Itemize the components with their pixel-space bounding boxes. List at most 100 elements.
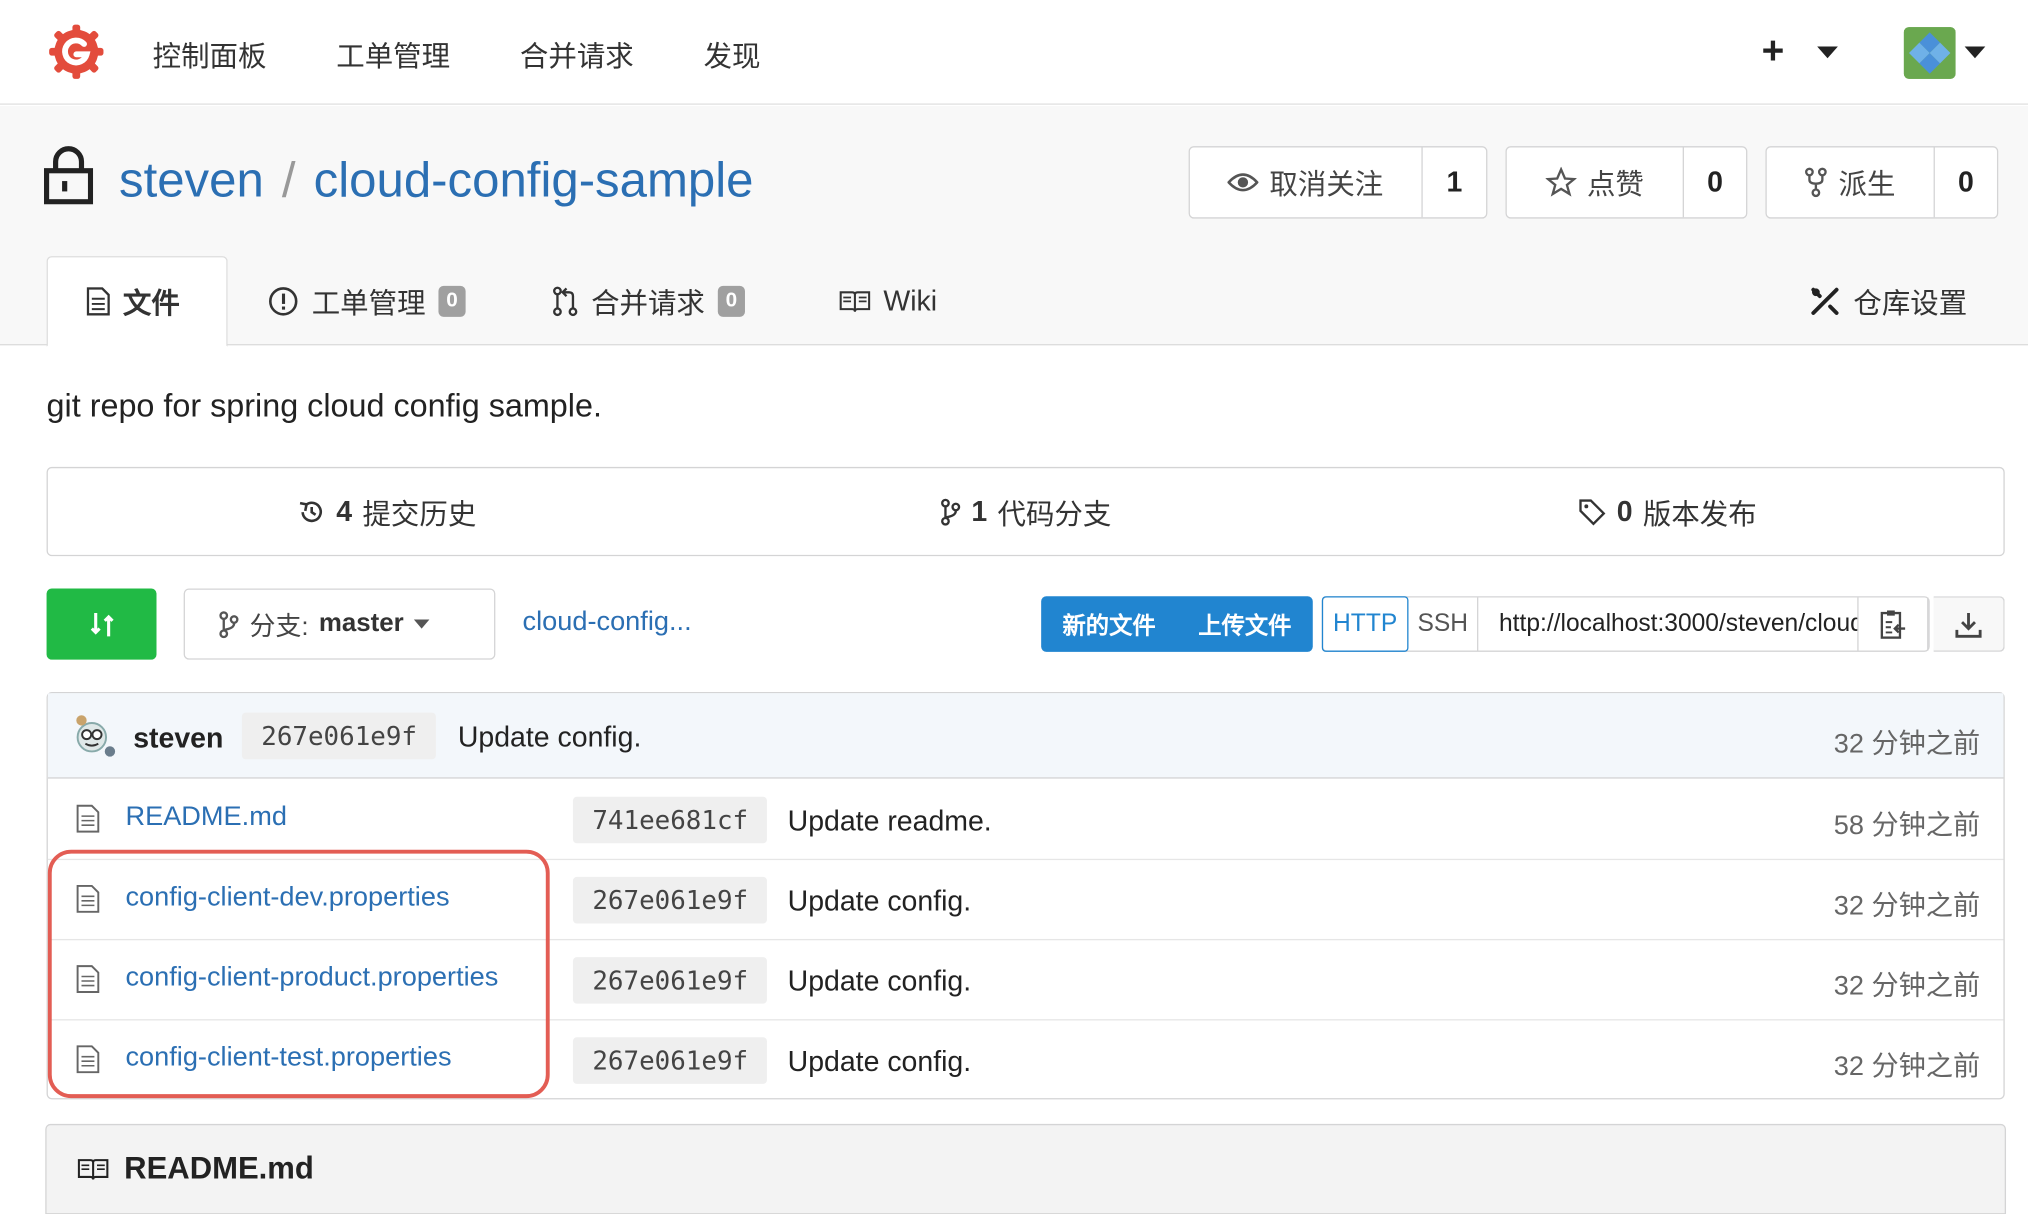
issue-opened-icon: [269, 286, 298, 315]
private-lock-icon: [43, 146, 94, 205]
avatar-identicon-icon: [1903, 27, 1956, 79]
commit-sha-link[interactable]: 267e061e9f: [241, 712, 437, 760]
new-file-button[interactable]: 新的文件: [1041, 607, 1177, 641]
nav-pulls[interactable]: 合并请求: [520, 34, 634, 75]
file-icon: [76, 965, 100, 993]
eye-icon: [1228, 173, 1260, 192]
tab-pulls[interactable]: 合并请求 0: [552, 256, 745, 345]
commits-label: 提交历史: [362, 497, 477, 530]
git-pull-request-icon: [553, 285, 578, 316]
tab-settings[interactable]: 仓库设置: [1809, 256, 1967, 345]
file-commit-sha[interactable]: 267e061e9f: [572, 1037, 768, 1084]
latest-commit-row: steven 267e061e9f Update config. 32 分钟之前: [47, 693, 2004, 779]
table-row: README.md 741ee681cf Update readme. 58 分…: [47, 780, 2004, 861]
upload-file-button[interactable]: 上传文件: [1177, 607, 1313, 641]
author-avatar[interactable]: [68, 710, 118, 760]
file-commit-sha[interactable]: 267e061e9f: [572, 957, 768, 1004]
tag-icon: [1579, 498, 1606, 525]
star-label: 点赞: [1586, 168, 1644, 201]
readme-header: README.md: [45, 1123, 2007, 1214]
file-commit-message[interactable]: Update readme.: [788, 804, 992, 838]
releases-count: 0: [1616, 494, 1633, 528]
star-count[interactable]: 0: [1684, 147, 1746, 217]
file-commit-age: 32 分钟之前: [1833, 891, 1981, 921]
file-name-link[interactable]: README.md: [125, 802, 286, 833]
nav-issues[interactable]: 工单管理: [336, 34, 450, 75]
tab-files-label: 文件: [122, 287, 180, 320]
star-button[interactable]: 点赞: [1507, 147, 1684, 218]
commits-stat[interactable]: 4 提交历史: [297, 468, 476, 555]
copy-url-button[interactable]: [1859, 597, 1929, 651]
branch-caret-icon: [414, 619, 430, 629]
watch-button-group: 取消关注 1: [1188, 146, 1488, 219]
branches-stat[interactable]: 1 代码分支: [940, 468, 1111, 555]
file-name-link[interactable]: config-client-product.properties: [125, 962, 498, 993]
releases-stat[interactable]: 0 版本发布: [1578, 468, 1757, 555]
repo-title-separator: /: [281, 153, 296, 209]
unwatch-button[interactable]: 取消关注: [1190, 147, 1423, 218]
issues-count-badge: 0: [438, 285, 466, 317]
download-icon: [1955, 612, 1982, 638]
history-icon: [299, 500, 323, 522]
file-name-link[interactable]: config-client-dev.properties: [125, 882, 449, 913]
fork-button-group: 派生 0: [1765, 146, 1999, 219]
file-text-icon: [86, 287, 110, 316]
file-name-link[interactable]: config-client-test.properties: [125, 1042, 451, 1073]
file-commit-message[interactable]: Update config.: [788, 1045, 971, 1079]
gogs-logo-icon[interactable]: [48, 23, 105, 80]
commit-author[interactable]: steven: [133, 722, 223, 756]
create-dropdown-caret-icon[interactable]: [1817, 46, 1838, 59]
nav-explore[interactable]: 发现: [704, 34, 761, 75]
book-icon: [77, 1159, 109, 1180]
clone-url-input[interactable]: http://localhost:3000/steven/cloud-confi…: [1478, 597, 1859, 651]
fork-icon: [1805, 167, 1828, 198]
download-button[interactable]: [1933, 596, 2005, 652]
file-commit-sha[interactable]: 741ee681cf: [572, 796, 768, 844]
fork-button[interactable]: 派生: [1767, 147, 1935, 218]
fork-count[interactable]: 0: [1935, 147, 1997, 217]
table-row: config-client-product.properties 267e061…: [47, 940, 2004, 1021]
branches-label: 代码分支: [997, 497, 1112, 530]
file-commit-message[interactable]: Update config.: [788, 885, 971, 919]
repo-owner-link[interactable]: steven: [119, 154, 264, 208]
commit-message[interactable]: Update config.: [458, 720, 641, 754]
branch-dropdown[interactable]: 分支: master: [183, 588, 496, 660]
tab-files[interactable]: 文件: [46, 256, 228, 347]
breadcrumb-repo-link[interactable]: cloud-config...: [523, 607, 692, 638]
book-icon: [839, 290, 871, 312]
pulls-count-badge: 0: [717, 285, 745, 317]
ssh-clone-button[interactable]: SSH: [1408, 597, 1479, 651]
create-new-button[interactable]: +: [1762, 26, 1785, 78]
table-row: config-client-test.properties 267e061e9f…: [48, 1020, 2004, 1100]
tools-icon: [1811, 287, 1839, 315]
releases-label: 版本发布: [1642, 497, 1757, 530]
branch-name: master: [318, 609, 404, 638]
repo-stats-bar: 4 提交历史 1 代码分支 0 版本发布: [46, 466, 2005, 557]
fork-label: 派生: [1838, 168, 1896, 201]
compare-button[interactable]: [46, 588, 157, 660]
top-navbar: 控制面板 工单管理 合并请求 发现 +: [0, 0, 2028, 105]
tab-wiki[interactable]: Wiki: [839, 256, 937, 345]
http-clone-button[interactable]: HTTP: [1321, 596, 1409, 652]
repo-header: steven / cloud-config-sample 取消关注 1 点赞 0: [0, 106, 2028, 347]
user-dropdown-caret-icon[interactable]: [1964, 46, 1986, 59]
tab-issues[interactable]: 工单管理 0: [268, 256, 466, 345]
file-commit-message[interactable]: Update config.: [788, 965, 971, 999]
tab-pulls-label: 合并请求: [591, 286, 705, 319]
branch-prefix: 分支:: [249, 613, 309, 642]
repo-name-link[interactable]: cloud-config-sample: [314, 154, 754, 208]
file-commit-sha[interactable]: 267e061e9f: [572, 876, 768, 924]
user-avatar[interactable]: [1903, 27, 1956, 79]
star-button-group: 点赞 0: [1505, 146, 1748, 219]
git-branch-icon: [941, 498, 961, 525]
watch-count[interactable]: 1: [1423, 147, 1486, 217]
nav-dashboard[interactable]: 控制面板: [153, 34, 267, 75]
branches-count: 1: [971, 494, 988, 528]
file-commit-age: 32 分钟之前: [1833, 1051, 1981, 1082]
star-icon: [1545, 166, 1577, 197]
repo-description: git repo for spring cloud config sample.: [46, 388, 602, 425]
file-actions-group: 新的文件 上传文件: [1041, 596, 1313, 652]
repo-title: steven / cloud-config-sample: [119, 150, 754, 212]
table-row: config-client-dev.properties 267e061e9f …: [47, 860, 2004, 941]
file-icon: [76, 884, 100, 913]
